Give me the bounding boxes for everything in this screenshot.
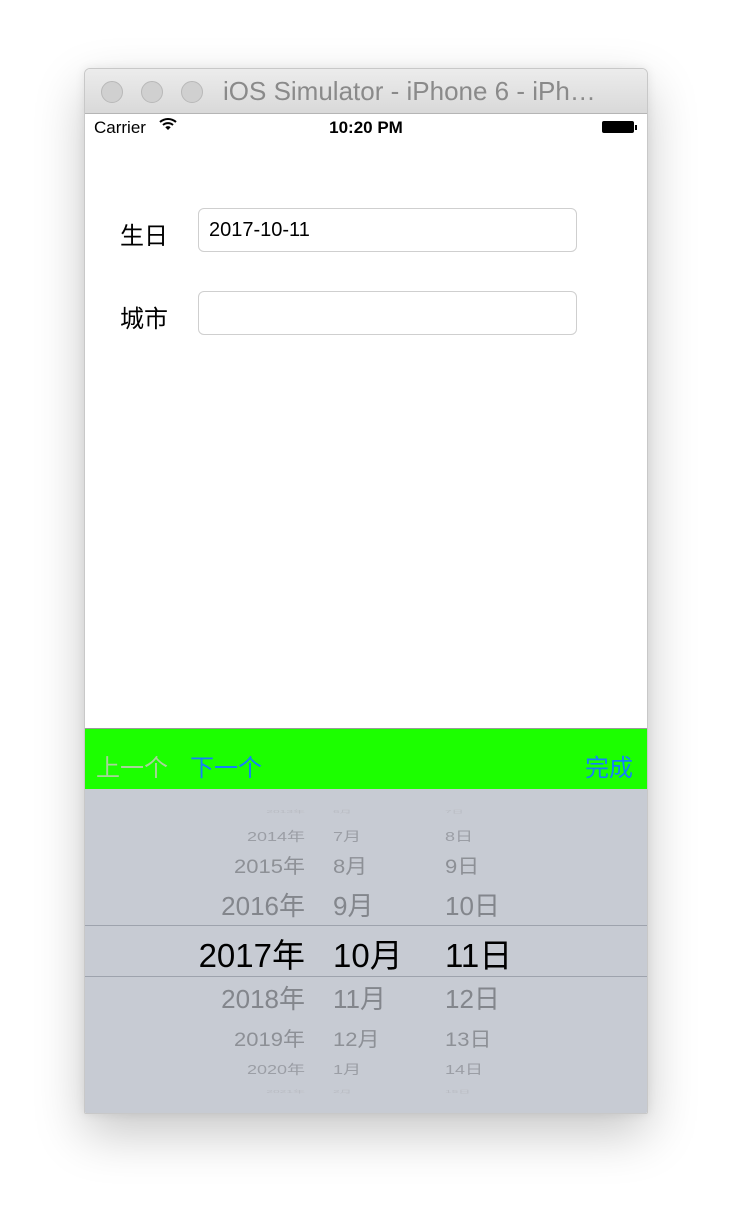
birthday-label: 生日	[120, 223, 168, 250]
picker-year-item[interactable]: 2016年	[85, 886, 305, 923]
city-label: 城市	[120, 306, 168, 333]
picker-day-item[interactable]: 11日	[445, 929, 512, 977]
status-bar: Carrier 10:20 PM	[85, 114, 647, 142]
picker-year-item[interactable]: 2017年	[85, 929, 305, 977]
picker-selection-top-line	[85, 925, 647, 926]
picker-year-item[interactable]: 2013年	[85, 809, 305, 815]
picker-month-item[interactable]: 9月	[333, 886, 373, 923]
picker-month-item[interactable]: 8月	[333, 851, 367, 880]
picker-month-item[interactable]: 1月	[333, 1060, 361, 1079]
picker-year-item[interactable]: 2021年	[85, 1089, 305, 1095]
birthday-field[interactable]: 2017-10-11	[198, 208, 577, 252]
close-window-button[interactable]	[101, 81, 123, 103]
picker-month-item[interactable]: 11月	[333, 979, 386, 1016]
battery-tip	[635, 125, 637, 130]
minimize-window-button[interactable]	[141, 81, 163, 103]
picker-year-item[interactable]: 2019年	[85, 1024, 305, 1053]
zoom-window-button[interactable]	[181, 81, 203, 103]
picker-day-item[interactable]: 7日	[445, 809, 464, 815]
picker-month-item[interactable]: 12月	[333, 1024, 379, 1053]
window-title: iOS Simulator - iPhone 6 - iPh…	[223, 76, 596, 106]
title-bar: iOS Simulator - iPhone 6 - iPh…	[85, 69, 647, 114]
picker-day-item[interactable]: 10日	[445, 886, 500, 923]
picker-year-item[interactable]: 2018年	[85, 979, 305, 1016]
picker-year-item[interactable]: 2015年	[85, 851, 305, 880]
picker-month-item[interactable]: 10月	[333, 929, 403, 977]
city-field[interactable]	[198, 291, 577, 335]
picker-year-item[interactable]: 2014年	[85, 827, 305, 846]
picker-day-item[interactable]: 9日	[445, 851, 479, 880]
battery-icon	[602, 121, 634, 133]
previous-button[interactable]: 上一个	[96, 748, 168, 783]
done-button[interactable]: 完成	[585, 748, 633, 783]
input-accessory-toolbar: 上一个 下一个 完成	[85, 728, 647, 789]
picker-month-item[interactable]: 7月	[333, 827, 361, 846]
picker-day-item[interactable]: 15日	[445, 1089, 470, 1095]
picker-month-item[interactable]: 2月	[333, 1089, 352, 1095]
status-time: 10:20 PM	[329, 118, 403, 137]
picker-day-item[interactable]: 13日	[445, 1024, 491, 1053]
picker-day-item[interactable]: 14日	[445, 1060, 483, 1079]
picker-day-item[interactable]: 12日	[445, 979, 500, 1016]
picker-day-item[interactable]: 8日	[445, 827, 473, 846]
device-screen: Carrier 10:20 PM 生日 2017-10-11 城市 上一个 下一…	[85, 114, 647, 1113]
next-button[interactable]: 下一个	[190, 748, 262, 783]
simulator-window: iOS Simulator - iPhone 6 - iPh… Carrier …	[84, 68, 648, 1114]
picker-year-item[interactable]: 2020年	[85, 1060, 305, 1079]
picker-month-item[interactable]: 6月	[333, 809, 352, 815]
date-picker[interactable]: 2013年 6月 7日 2014年 7月 8日 2015年 8月 9日 2016年 9月 10日 201…	[85, 789, 647, 1113]
